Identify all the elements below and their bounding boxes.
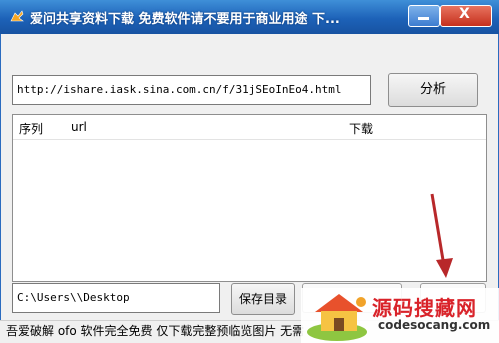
column-header-download[interactable]: 下载 <box>349 120 373 137</box>
analyze-button[interactable]: 分析 <box>388 73 478 107</box>
column-header-seq[interactable]: 序列 <box>19 120 43 137</box>
close-icon: X <box>459 6 470 22</box>
title-bar: 爱问共享资料下载 免费软件请不要用于商业用途 下... X <box>0 0 499 34</box>
column-header-url[interactable]: url <box>71 120 87 134</box>
window-title: 爱问共享资料下载 免费软件请不要用于商业用途 下... <box>30 12 340 27</box>
minimize-button[interactable] <box>408 5 440 27</box>
list-header: 序列 url 下载 <box>13 115 486 140</box>
url-input[interactable]: http://ishare.iask.sina.com.cn/f/31jSEoI… <box>12 75 371 105</box>
save-dir-button[interactable]: 保存目录 <box>231 283 295 315</box>
minimize-icon <box>418 17 429 20</box>
download-list[interactable]: 序列 url 下载 <box>12 114 487 282</box>
watermark-title: 源码搜藏网 <box>372 296 477 320</box>
app-icon <box>10 10 24 22</box>
red-arrow-icon <box>430 193 453 278</box>
close-button[interactable]: X <box>440 5 492 27</box>
save-path-input[interactable]: C:\Users\\Desktop <box>12 283 220 313</box>
watermark-url: codesocang.com <box>378 318 491 332</box>
